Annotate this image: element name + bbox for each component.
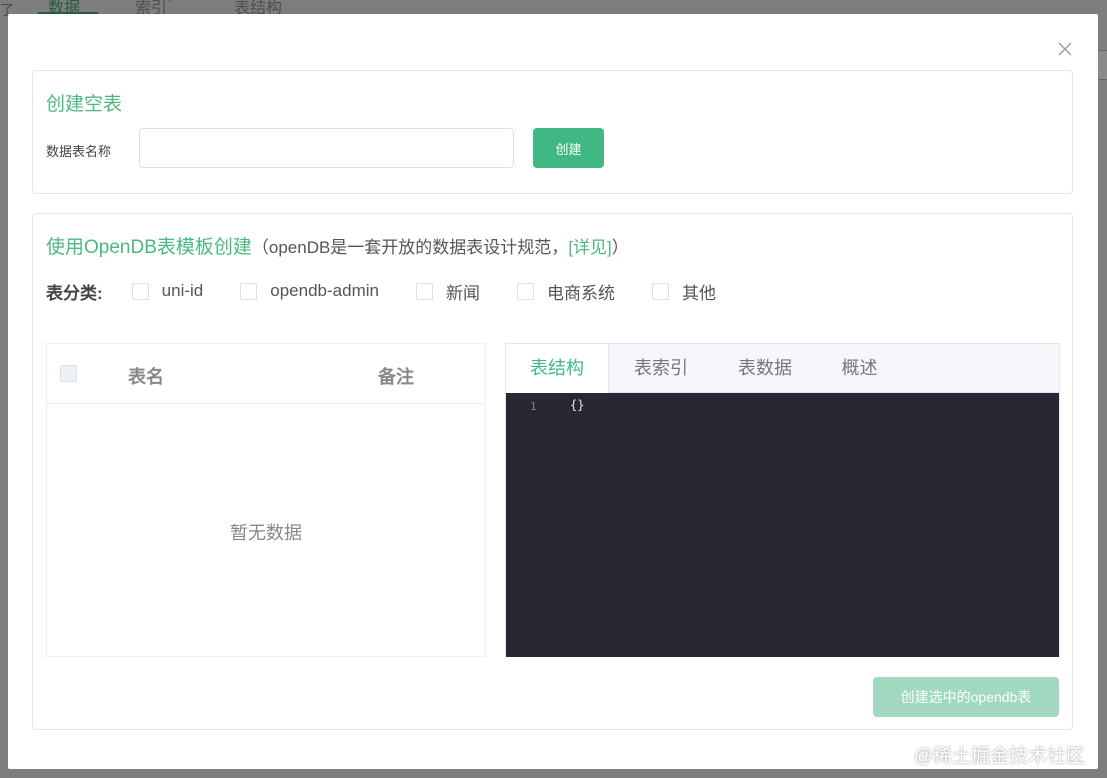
code-content[interactable]: {} xyxy=(570,398,584,412)
table-name-input[interactable] xyxy=(139,128,514,168)
category-checkbox[interactable] xyxy=(651,282,669,300)
table-header: 表名 备注 xyxy=(47,344,485,404)
category-checkbox[interactable] xyxy=(516,282,534,300)
create-table-dialog: 创建空表 数据表名称 创建 使用OpenDB表模板创建（openDB是一套开放的… xyxy=(8,14,1098,769)
background-right-control xyxy=(1097,50,1107,80)
category-checkbox[interactable] xyxy=(240,282,258,300)
close-icon[interactable] xyxy=(1058,42,1072,56)
category-ecommerce[interactable]: 电商系统 xyxy=(516,279,615,304)
preview-tabs: 表结构 表索引 表数据 概述 xyxy=(506,344,1059,394)
column-header-name[interactable]: 表名 xyxy=(128,363,164,389)
category-uni-id[interactable]: uni-id xyxy=(131,281,204,301)
category-opendb-admin[interactable]: opendb-admin xyxy=(240,281,379,301)
category-other[interactable]: 其他 xyxy=(651,279,716,304)
opendb-subtitle-end: ） xyxy=(611,238,629,257)
opendb-template-card: 使用OpenDB表模板创建（openDB是一套开放的数据表设计规范，[详见]） … xyxy=(32,213,1073,730)
code-editor[interactable]: 1 {} xyxy=(506,393,1059,657)
select-all-checkbox[interactable] xyxy=(60,365,77,382)
modified-marker: * xyxy=(167,0,172,8)
tab-data[interactable]: 表数据 xyxy=(713,344,817,393)
column-header-note[interactable]: 备注 xyxy=(378,363,414,389)
category-filter: 表分类: uni-id opendb-admin 新闻 电商系统 其他 xyxy=(46,279,753,304)
tab-index[interactable]: 表索引 xyxy=(609,344,713,393)
opendb-details-link[interactable]: [详见] xyxy=(568,238,611,257)
category-text: 其他 xyxy=(681,283,716,303)
category-text: opendb-admin xyxy=(270,281,379,300)
category-checkbox[interactable] xyxy=(415,282,433,300)
create-empty-table-card: 创建空表 数据表名称 创建 xyxy=(32,70,1073,194)
category-checkbox[interactable] xyxy=(131,282,149,300)
category-text: 电商系统 xyxy=(546,283,615,303)
empty-state: 暂无数据 xyxy=(230,523,302,543)
tab-schema[interactable]: 表结构 xyxy=(506,344,609,394)
opendb-title-text: 使用OpenDB表模板创建 xyxy=(46,237,252,258)
category-text: 新闻 xyxy=(445,283,480,303)
create-button[interactable]: 创建 xyxy=(533,128,604,168)
category-news[interactable]: 新闻 xyxy=(415,279,480,304)
category-text: uni-id xyxy=(161,281,204,300)
watermark: @稀土掘金技术社区 xyxy=(913,746,1085,767)
opendb-title: 使用OpenDB表模板创建（openDB是一套开放的数据表设计规范，[详见]） xyxy=(46,232,629,259)
schema-preview-panel: 表结构 表索引 表数据 概述 1 {} xyxy=(505,343,1060,657)
create-empty-table-title: 创建空表 xyxy=(46,94,123,115)
category-label: 表分类: xyxy=(46,283,103,303)
template-table: 表名 备注 暂无数据 xyxy=(46,343,486,657)
line-number: 1 xyxy=(530,400,537,413)
create-selected-opendb-button[interactable]: 创建选中的opendb表 xyxy=(873,677,1059,717)
opendb-subtitle: （openDB是一套开放的数据表设计规范， xyxy=(251,238,569,257)
tab-overview[interactable]: 概述 xyxy=(817,344,902,393)
table-name-label: 数据表名称 xyxy=(46,144,112,159)
